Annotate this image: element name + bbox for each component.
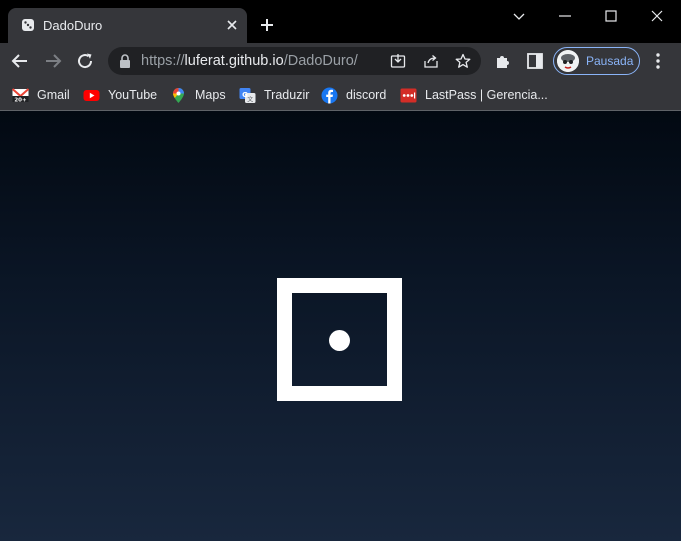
address-bar[interactable]: https://luferat.github.io/DadoDuro/ [108, 47, 481, 75]
avatar [557, 50, 579, 72]
profile-button[interactable]: Pausada [553, 47, 640, 75]
bookmark-label: LastPass | Gerencia... [425, 88, 548, 102]
close-icon[interactable] [224, 17, 240, 33]
youtube-icon [83, 89, 100, 101]
bookmark-label: Gmail [37, 88, 70, 102]
tab-search-chevron-icon[interactable] [511, 8, 527, 24]
bookmark-label: Traduzir [264, 88, 310, 102]
facebook-icon [321, 87, 338, 103]
dice-icon [22, 19, 34, 31]
browser-toolbar: https://luferat.github.io/DadoDuro/ Paus… [0, 43, 681, 79]
new-tab-icon[interactable] [259, 17, 275, 33]
title-bar: DadoDuro [0, 0, 681, 43]
back-arrow-icon[interactable] [11, 52, 29, 70]
bookmark-traduzir[interactable]: G 文 Traduzir [239, 85, 309, 105]
bookmark-label: Maps [195, 88, 226, 102]
gmail-icon: 20+ [12, 87, 29, 103]
forward-arrow-icon[interactable] [44, 52, 62, 70]
maximize-icon[interactable] [603, 8, 619, 24]
svg-text:文: 文 [247, 95, 253, 103]
translate-icon: G 文 [239, 87, 256, 103]
bookmark-gmail[interactable]: 20+ Gmail [12, 85, 70, 105]
tab-title: DadoDuro [43, 18, 103, 33]
bookmark-label: YouTube [108, 88, 158, 102]
die-face[interactable] [277, 278, 402, 401]
minimize-icon[interactable] [557, 8, 573, 24]
browser-tab[interactable]: DadoDuro [8, 8, 247, 43]
bookmark-maps[interactable]: Maps [170, 85, 226, 105]
install-app-icon[interactable] [390, 53, 406, 69]
url-text: https://luferat.github.io/DadoDuro/ [141, 53, 358, 69]
reload-icon[interactable] [76, 52, 94, 70]
side-panel-icon[interactable] [526, 52, 544, 70]
bookmarks-bar: 20+ Gmail YouTube Maps G 文 Traduzir disc… [0, 79, 681, 111]
bookmark-discord[interactable]: discord [321, 85, 386, 105]
window-close-icon[interactable] [649, 8, 665, 24]
svg-text:20+: 20+ [14, 97, 27, 103]
lock-icon[interactable] [119, 54, 131, 68]
star-icon[interactable] [455, 53, 471, 69]
avatar-icon [557, 50, 579, 72]
bookmark-label: discord [346, 88, 387, 102]
lastpass-icon [400, 88, 417, 102]
url-host: luferat.github.io [184, 53, 284, 69]
url-scheme: https:// [141, 53, 185, 69]
kebab-menu-icon[interactable] [650, 52, 666, 70]
maps-icon [173, 87, 184, 103]
bookmark-lastpass[interactable]: LastPass | Gerencia... [400, 85, 548, 105]
die-pip [329, 330, 350, 351]
share-icon[interactable] [423, 53, 439, 69]
profile-status-label: Pausada [586, 54, 634, 68]
bookmark-youtube[interactable]: YouTube [83, 85, 157, 105]
page-viewport [0, 111, 681, 541]
extensions-puzzle-icon[interactable] [494, 52, 512, 70]
url-path: /DadoDuro/ [283, 53, 358, 69]
